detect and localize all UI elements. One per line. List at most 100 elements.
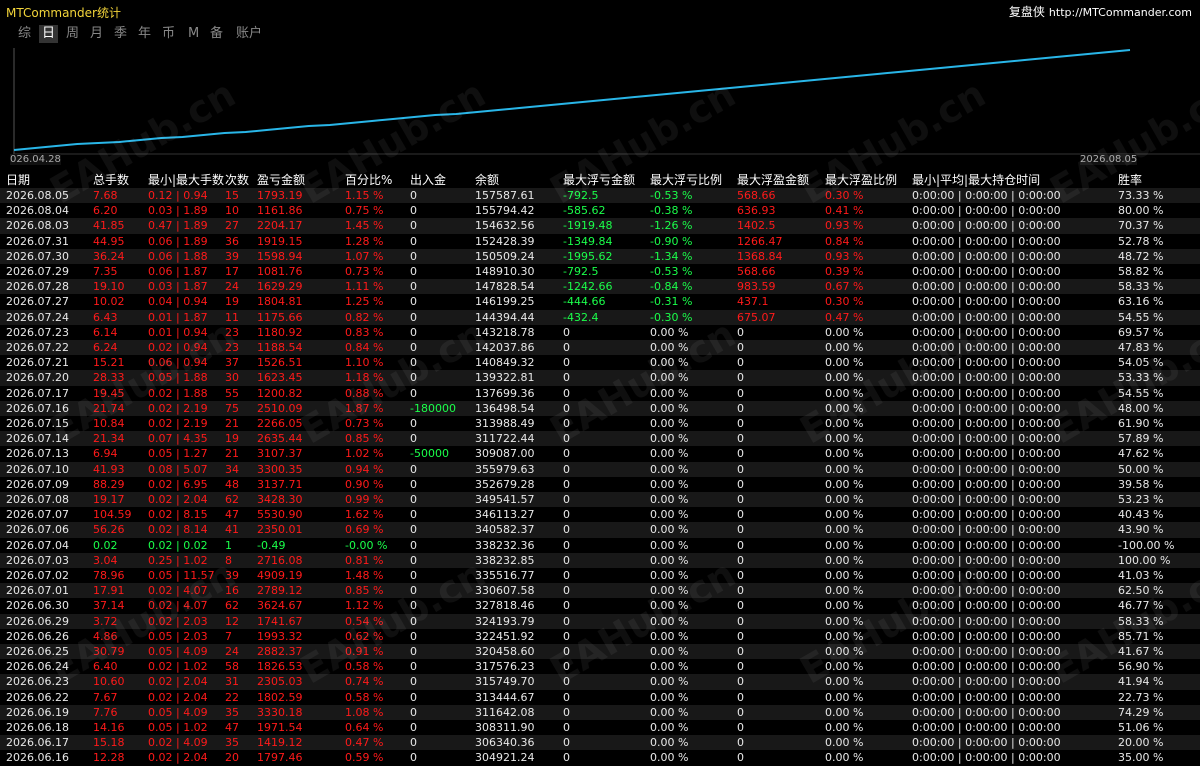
cell-pnl: 1161.86 bbox=[257, 204, 303, 218]
table-row[interactable]: 2026.06.17 15.18 0.02 | 4.09 35 1419.12 0.47 … bbox=[0, 735, 1200, 751]
cell-bal: 306340.36 bbox=[475, 736, 535, 750]
cell-date: 2026.06.26 bbox=[6, 629, 69, 643]
table-row[interactable]: 2026.07.16 21.74 0.02 | 2.19 75 2510.09 1.87 … bbox=[0, 400, 1200, 416]
table-row[interactable]: 2026.07.09 88.29 0.02 | 6.95 48 3137.71 0.90 … bbox=[0, 477, 1200, 492]
cell-minmax: 0.02 | 4.07 bbox=[148, 599, 208, 613]
column-header-lots[interactable]: 总手数 bbox=[93, 171, 129, 188]
cell-dep: 0 bbox=[410, 751, 417, 765]
table-row[interactable]: 2026.07.24 6.43 0.01 | 1.87 11 1175.66 0.82 %… bbox=[0, 309, 1200, 325]
cell-ddPct: 0.00 % bbox=[650, 690, 689, 704]
cell-pnl: 1919.15 bbox=[257, 234, 303, 248]
table-row[interactable]: 2026.07.01 17.91 0.02 | 4.07 16 2789.12 0.85 … bbox=[0, 583, 1200, 599]
table-row[interactable]: 2026.08.03 41.85 0.47 | 1.89 27 2204.17 1.45 … bbox=[0, 218, 1200, 234]
cell-dep: -50000 bbox=[410, 447, 449, 461]
column-header-bal[interactable]: 余额 bbox=[475, 171, 499, 188]
cell-fpAmt: 0 bbox=[737, 751, 744, 765]
tab-9[interactable]: 账户 bbox=[236, 25, 262, 43]
column-header-date[interactable]: 日期 bbox=[6, 171, 30, 188]
table-row[interactable]: 2026.07.23 6.14 0.01 | 0.94 23 1180.92 0.83 %… bbox=[0, 325, 1200, 340]
table-row[interactable]: 2026.07.22 6.24 0.02 | 0.94 23 1188.54 0.84 %… bbox=[0, 340, 1200, 356]
cell-ddAmt: 0 bbox=[563, 629, 570, 643]
cell-fpAmt: 568.66 bbox=[737, 189, 776, 202]
table-row[interactable]: 2026.07.15 10.84 0.02 | 2.19 21 2266.05 0.73 … bbox=[0, 416, 1200, 431]
tab-1[interactable]: 日 bbox=[39, 25, 59, 43]
table-row[interactable]: 2026.07.30 36.24 0.06 | 1.88 39 1598.94 1.07 … bbox=[0, 248, 1200, 264]
cell-minmax: 0.03 | 1.87 bbox=[148, 280, 208, 294]
cell-date: 2026.07.03 bbox=[6, 553, 69, 567]
table-row[interactable]: 2026.07.06 56.26 0.02 | 8.14 41 2350.01 0.69 … bbox=[0, 522, 1200, 538]
tab-6[interactable]: 币 bbox=[162, 25, 175, 43]
tab-8[interactable]: 备 bbox=[210, 25, 223, 43]
table-row[interactable]: 2026.06.24 6.40 0.02 | 1.02 58 1826.53 0.58 %… bbox=[0, 659, 1200, 674]
column-header-fpAmt[interactable]: 最大浮盈金额 bbox=[737, 171, 809, 188]
table-row[interactable]: 2026.07.28 19.10 0.03 | 1.87 24 1629.29 1.11 … bbox=[0, 279, 1200, 295]
cell-dep: 0 bbox=[410, 508, 417, 522]
column-header-dep[interactable]: 出入金 bbox=[410, 171, 446, 188]
cell-pnl: 1802.59 bbox=[257, 690, 303, 704]
brand-url[interactable]: http://MTCommander.com bbox=[1049, 6, 1192, 19]
table-row[interactable]: 2026.07.20 28.33 0.05 | 1.88 30 1623.45 1.18 … bbox=[0, 370, 1200, 386]
table-row[interactable]: 2026.07.13 6.94 0.05 | 1.27 21 3107.37 1.02 %… bbox=[0, 446, 1200, 461]
table-row[interactable]: 2026.08.05 7.68 0.12 | 0.94 15 1793.19 1.15 %… bbox=[0, 188, 1200, 204]
cell-fpPct: 0.00 % bbox=[825, 569, 864, 582]
table-row[interactable]: 2026.07.27 10.02 0.04 | 0.94 19 1804.81 1.25 … bbox=[0, 294, 1200, 309]
cell-ddPct: 0.00 % bbox=[650, 599, 689, 613]
table-row[interactable]: 2026.07.10 41.93 0.08 | 5.07 34 3300.35 0.94 … bbox=[0, 461, 1200, 477]
cell-ddAmt: 0 bbox=[563, 493, 570, 506]
column-header-ddAmt[interactable]: 最大浮亏金额 bbox=[563, 171, 635, 188]
table-row[interactable]: 2026.07.29 7.35 0.06 | 1.87 17 1081.76 0.73 %… bbox=[0, 264, 1200, 279]
cell-pct: 1.18 % bbox=[345, 371, 384, 385]
column-header-count[interactable]: 次数 bbox=[225, 171, 249, 188]
table-row[interactable]: 2026.06.18 14.16 0.05 | 1.02 47 1971.54 0.64 … bbox=[0, 720, 1200, 735]
cell-dep: 0 bbox=[410, 660, 417, 674]
cell-date: 2026.06.29 bbox=[6, 614, 69, 628]
table-row[interactable]: 2026.07.17 19.45 0.02 | 1.88 55 1200.82 0.88 … bbox=[0, 386, 1200, 401]
tab-0[interactable]: 综 bbox=[18, 25, 31, 43]
tab-7[interactable]: M bbox=[188, 25, 199, 43]
column-header-pnl[interactable]: 盈亏金额 bbox=[257, 171, 305, 188]
table-row[interactable]: 2026.07.04 0.02 0.02 | 0.02 1 -0.49 -0.00 % 0 3… bbox=[0, 538, 1200, 553]
table-row[interactable]: 2026.08.04 6.20 0.03 | 1.89 10 1161.86 0.75 %… bbox=[0, 203, 1200, 218]
table-row[interactable]: 2026.06.26 4.86 0.05 | 2.03 7 1993.32 0.62 % 0… bbox=[0, 629, 1200, 644]
table-row[interactable]: 2026.07.14 21.34 0.07 | 4.35 19 2635.44 0.85 … bbox=[0, 431, 1200, 447]
cell-dep: 0 bbox=[410, 432, 417, 446]
cell-win: 48.00 % bbox=[1118, 401, 1164, 415]
column-header-ddPct[interactable]: 最大浮亏比例 bbox=[650, 171, 722, 188]
cell-date: 2026.07.16 bbox=[6, 401, 69, 415]
table-row[interactable]: 2026.07.03 3.04 0.25 | 1.02 8 2716.08 0.81 % 0… bbox=[0, 552, 1200, 568]
cell-fpPct: 0.93 % bbox=[825, 219, 864, 233]
tab-3[interactable]: 月 bbox=[90, 25, 103, 43]
brand[interactable]: 复盘侠 http://MTCommander.com bbox=[1009, 3, 1192, 20]
tab-4[interactable]: 季 bbox=[114, 25, 127, 43]
cell-win: 47.83 % bbox=[1118, 341, 1164, 354]
table-row[interactable]: 2026.06.16 12.28 0.02 | 2.04 20 1797.46 0.59 … bbox=[0, 750, 1200, 765]
table-row[interactable]: 2026.06.23 10.60 0.02 | 2.04 31 2305.03 0.74 … bbox=[0, 674, 1200, 690]
column-header-win[interactable]: 胜率 bbox=[1118, 171, 1142, 188]
table-row[interactable]: 2026.06.19 7.76 0.05 | 4.09 35 3330.18 1.08 %… bbox=[0, 704, 1200, 720]
table-row[interactable]: 2026.07.07 104.59 0.02 | 8.15 47 5530.90 1.62… bbox=[0, 507, 1200, 522]
table-row[interactable]: 2026.07.31 44.95 0.06 | 1.89 36 1919.15 1.28 … bbox=[0, 234, 1200, 249]
cell-pct: 0.69 % bbox=[345, 523, 384, 537]
cell-lots: 28.33 bbox=[93, 371, 125, 385]
cell-minmax: 0.02 | 8.14 bbox=[148, 523, 208, 537]
cell-lots: 44.95 bbox=[93, 234, 125, 248]
table-row[interactable]: 2026.06.25 30.79 0.05 | 4.09 24 2882.37 0.91 … bbox=[0, 644, 1200, 660]
cell-ddAmt: -1995.62 bbox=[563, 249, 613, 263]
table-row[interactable]: 2026.07.08 19.17 0.02 | 2.04 62 3428.30 0.99 … bbox=[0, 492, 1200, 508]
tab-5[interactable]: 年 bbox=[138, 25, 151, 43]
cell-ddAmt: -792.5 bbox=[563, 265, 599, 278]
column-header-fpPct[interactable]: 最大浮盈比例 bbox=[825, 171, 897, 188]
cell-lots: 6.43 bbox=[93, 310, 118, 324]
column-header-hold[interactable]: 最小|平均|最大持仓时间 bbox=[912, 171, 1040, 188]
table-row[interactable]: 2026.07.02 78.96 0.05 | 11.57 39 4909.19 1.48… bbox=[0, 568, 1200, 583]
cell-fpAmt: 0 bbox=[737, 325, 744, 339]
cell-ddPct: 0.00 % bbox=[650, 584, 689, 598]
table-row[interactable]: 2026.06.30 37.14 0.02 | 4.07 62 3624.67 1.12 … bbox=[0, 598, 1200, 613]
table-row[interactable]: 2026.06.29 3.72 0.02 | 2.03 12 1741.67 0.54 %… bbox=[0, 613, 1200, 629]
cell-date: 2026.06.30 bbox=[6, 599, 69, 613]
column-header-minmax[interactable]: 最小|最大手数 bbox=[148, 171, 224, 188]
table-row[interactable]: 2026.07.21 15.21 0.06 | 0.94 37 1526.51 1.10 … bbox=[0, 355, 1200, 370]
tab-2[interactable]: 周 bbox=[66, 25, 79, 43]
column-header-pct[interactable]: 百分比% bbox=[345, 171, 392, 188]
table-row[interactable]: 2026.06.22 7.67 0.02 | 2.04 22 1802.59 0.58 %… bbox=[0, 690, 1200, 705]
